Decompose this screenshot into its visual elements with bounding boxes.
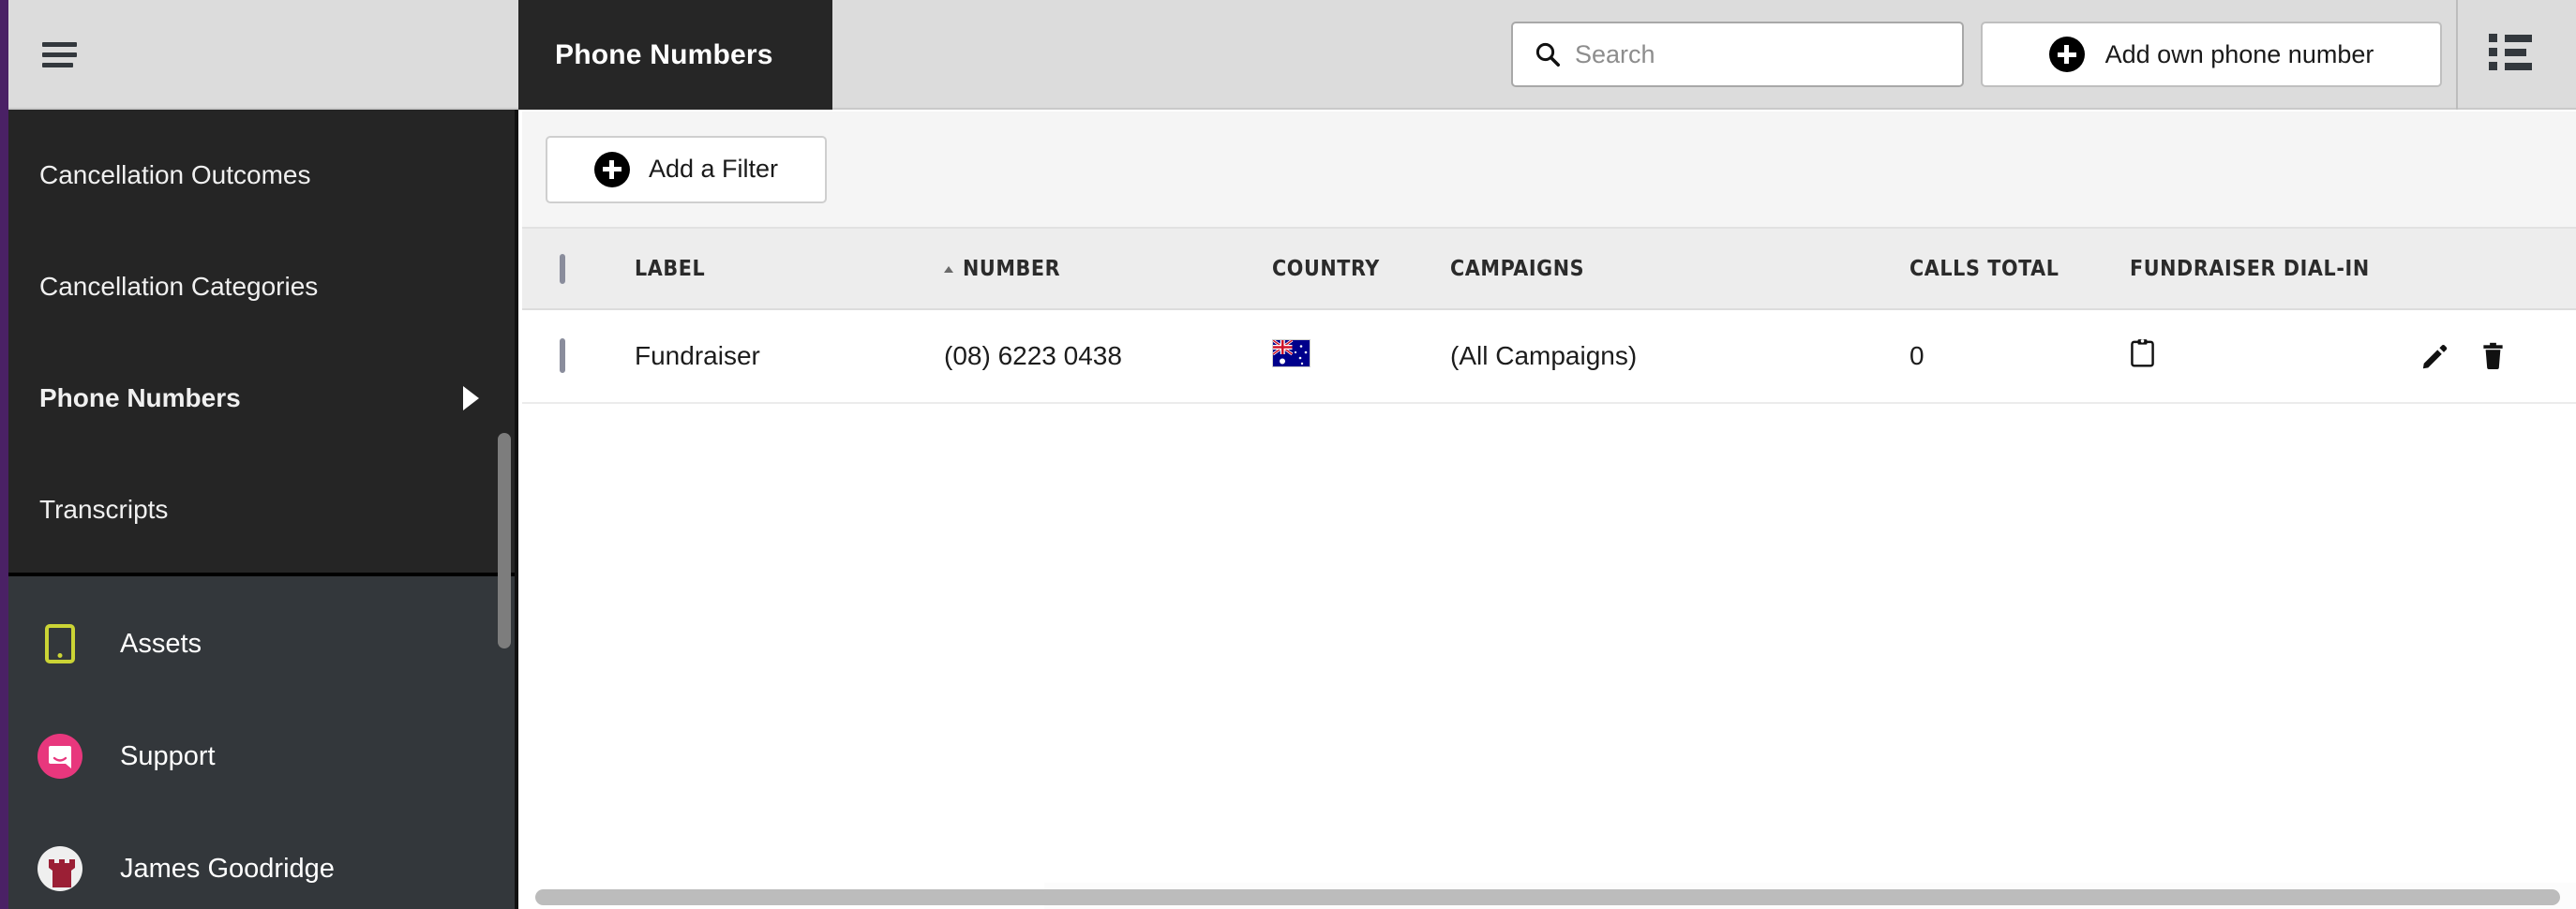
column-header-number[interactable]: NUMBER (944, 229, 1272, 310)
list-bullet (2489, 48, 2497, 56)
australia-flag-icon (1272, 338, 1310, 367)
list-bar (2505, 62, 2532, 70)
sidebar: Cancellation Outcomes Cancellation Categ… (0, 110, 518, 909)
add-own-phone-number-button[interactable]: Add own phone number (1981, 22, 2442, 87)
column-header-number-label: NUMBER (963, 256, 1061, 281)
topbar-left-region (0, 0, 518, 110)
hamburger-menu-icon[interactable] (42, 42, 77, 67)
column-header-actions (2420, 229, 2576, 310)
sidebar-item-cancellation-outcomes[interactable]: Cancellation Outcomes (0, 119, 518, 231)
sidebar-item-cancellation-categories[interactable]: Cancellation Categories (0, 231, 518, 342)
cell-dial-in (2130, 309, 2420, 404)
sidebar-nav-section: Cancellation Outcomes Cancellation Categ… (0, 110, 518, 565)
topbar-divider (2456, 0, 2458, 110)
chat-bubble-icon (34, 734, 86, 779)
column-header-country[interactable]: COUNTRY (1272, 229, 1450, 310)
row-select-cell (522, 309, 635, 404)
sidebar-scrollbar[interactable] (498, 433, 511, 648)
add-a-filter-label: Add a Filter (648, 155, 779, 183)
sidebar-item-label: Assets (120, 628, 202, 659)
page-title-panel: Phone Numbers (518, 0, 832, 110)
cell-campaigns: (All Campaigns) (1450, 309, 1910, 404)
hamburger-bar (42, 42, 77, 47)
plus-circle-icon (2048, 37, 2085, 72)
search-icon (1535, 42, 1560, 67)
table-body: Fundraiser (08) 6223 0438 (All Campaigns… (522, 309, 2576, 404)
sidebar-item-assets[interactable]: Assets (0, 588, 518, 700)
column-header-calls-total[interactable]: CALLS TOTAL (1910, 229, 2130, 310)
table-header: LABEL NUMBER COUNTRY CAMPAIGNS CALLS TOT… (522, 229, 2576, 310)
column-header-campaigns[interactable]: CAMPAIGNS (1450, 229, 1910, 310)
row-checkbox[interactable] (560, 338, 565, 373)
sidebar-item-label: Transcripts (39, 494, 169, 524)
sidebar-edge (515, 110, 518, 909)
app-root: Phone Numbers Search Add own phone numbe… (0, 0, 2576, 909)
delete-trash-icon[interactable] (2480, 342, 2506, 370)
edit-pencil-icon[interactable] (2420, 342, 2449, 370)
page-title: Phone Numbers (555, 38, 773, 70)
list-bar (2505, 48, 2526, 56)
list-view-row (2489, 48, 2532, 56)
column-header-label[interactable]: LABEL (635, 229, 944, 310)
sidebar-item-label: Cancellation Categories (39, 271, 319, 301)
sidebar-item-transcripts[interactable]: Transcripts (0, 454, 518, 565)
list-bar (2505, 34, 2532, 42)
select-all-checkbox[interactable] (560, 253, 565, 284)
search-placeholder: Search (1575, 39, 1655, 68)
cell-number: (08) 6223 0438 (944, 309, 1272, 404)
chevron-right-icon (463, 385, 479, 410)
hamburger-bar (42, 52, 77, 57)
cell-country (1272, 309, 1450, 404)
list-view-icon[interactable] (2489, 34, 2532, 70)
sidebar-item-phone-numbers[interactable]: Phone Numbers (0, 342, 518, 454)
sidebar-footer-section: Assets Support James Goodridge (0, 576, 518, 909)
user-avatar-icon (34, 846, 86, 891)
sort-indicator-icon (944, 265, 953, 273)
cell-calls-total: 0 (1910, 309, 2130, 404)
list-bullet (2489, 62, 2497, 70)
select-all-header (522, 229, 635, 310)
main-content: Add a Filter LABEL NUMBER COUNTRY CAMPAI… (522, 112, 2576, 909)
table-row[interactable]: Fundraiser (08) 6223 0438 (All Campaigns… (522, 309, 2576, 404)
sidebar-item-support[interactable]: Support (0, 700, 518, 812)
sidebar-item-label: James Goodridge (120, 853, 335, 884)
sidebar-item-label: Phone Numbers (39, 382, 241, 412)
cell-row-actions (2420, 309, 2576, 404)
sidebar-item-user-profile[interactable]: James Goodridge (0, 812, 518, 909)
brand-accent-rail (0, 0, 8, 909)
clipboard-icon[interactable] (2130, 338, 2155, 367)
list-view-row (2489, 34, 2532, 42)
sidebar-item-label: Cancellation Outcomes (39, 159, 311, 189)
sidebar-item-label: Support (120, 740, 216, 771)
table-header-row: LABEL NUMBER COUNTRY CAMPAIGNS CALLS TOT… (522, 229, 2576, 310)
phone-numbers-table: LABEL NUMBER COUNTRY CAMPAIGNS CALLS TOT… (522, 229, 2576, 404)
filter-toolbar: Add a Filter (522, 112, 2576, 229)
hamburger-bar (42, 63, 73, 67)
plus-circle-icon (593, 151, 630, 187)
column-header-fundraiser-dial-in[interactable]: FUNDRAISER DIAL-IN (2130, 229, 2420, 310)
list-view-row (2489, 62, 2532, 70)
add-a-filter-button[interactable]: Add a Filter (546, 135, 827, 203)
add-own-phone-number-label: Add own phone number (2104, 39, 2374, 68)
cell-label: Fundraiser (635, 309, 944, 404)
tablet-icon (34, 624, 86, 663)
search-input[interactable]: Search (1511, 22, 1964, 87)
horizontal-scrollbar[interactable] (535, 889, 2560, 905)
list-bullet (2489, 34, 2497, 42)
